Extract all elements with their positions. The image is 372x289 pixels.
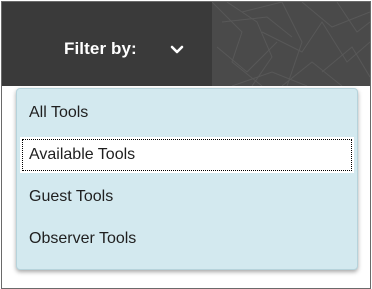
menu-item-label: Observer Tools: [29, 230, 137, 247]
tool-filter-window: Filter by: Tools All Tools Available Too…: [1, 1, 371, 289]
chevron-down-icon: [170, 45, 184, 54]
menu-item-all-tools[interactable]: All Tools: [17, 95, 357, 131]
menu-item-guest-tools[interactable]: Guest Tools: [17, 179, 357, 215]
menu-item-label: All Tools: [29, 104, 89, 121]
filter-by-button[interactable]: Filter by:: [2, 2, 212, 86]
menu-item-label: Guest Tools: [29, 188, 114, 205]
filter-dropdown-menu: All Tools Available Tools Guest Tools Ob…: [16, 88, 358, 270]
menu-item-label: Available Tools: [29, 146, 136, 163]
header-bar: Filter by:: [2, 2, 370, 86]
filter-by-label: Filter by:: [64, 39, 137, 58]
menu-item-observer-tools[interactable]: Observer Tools: [17, 221, 357, 257]
menu-item-available-tools[interactable]: Available Tools: [20, 137, 354, 173]
